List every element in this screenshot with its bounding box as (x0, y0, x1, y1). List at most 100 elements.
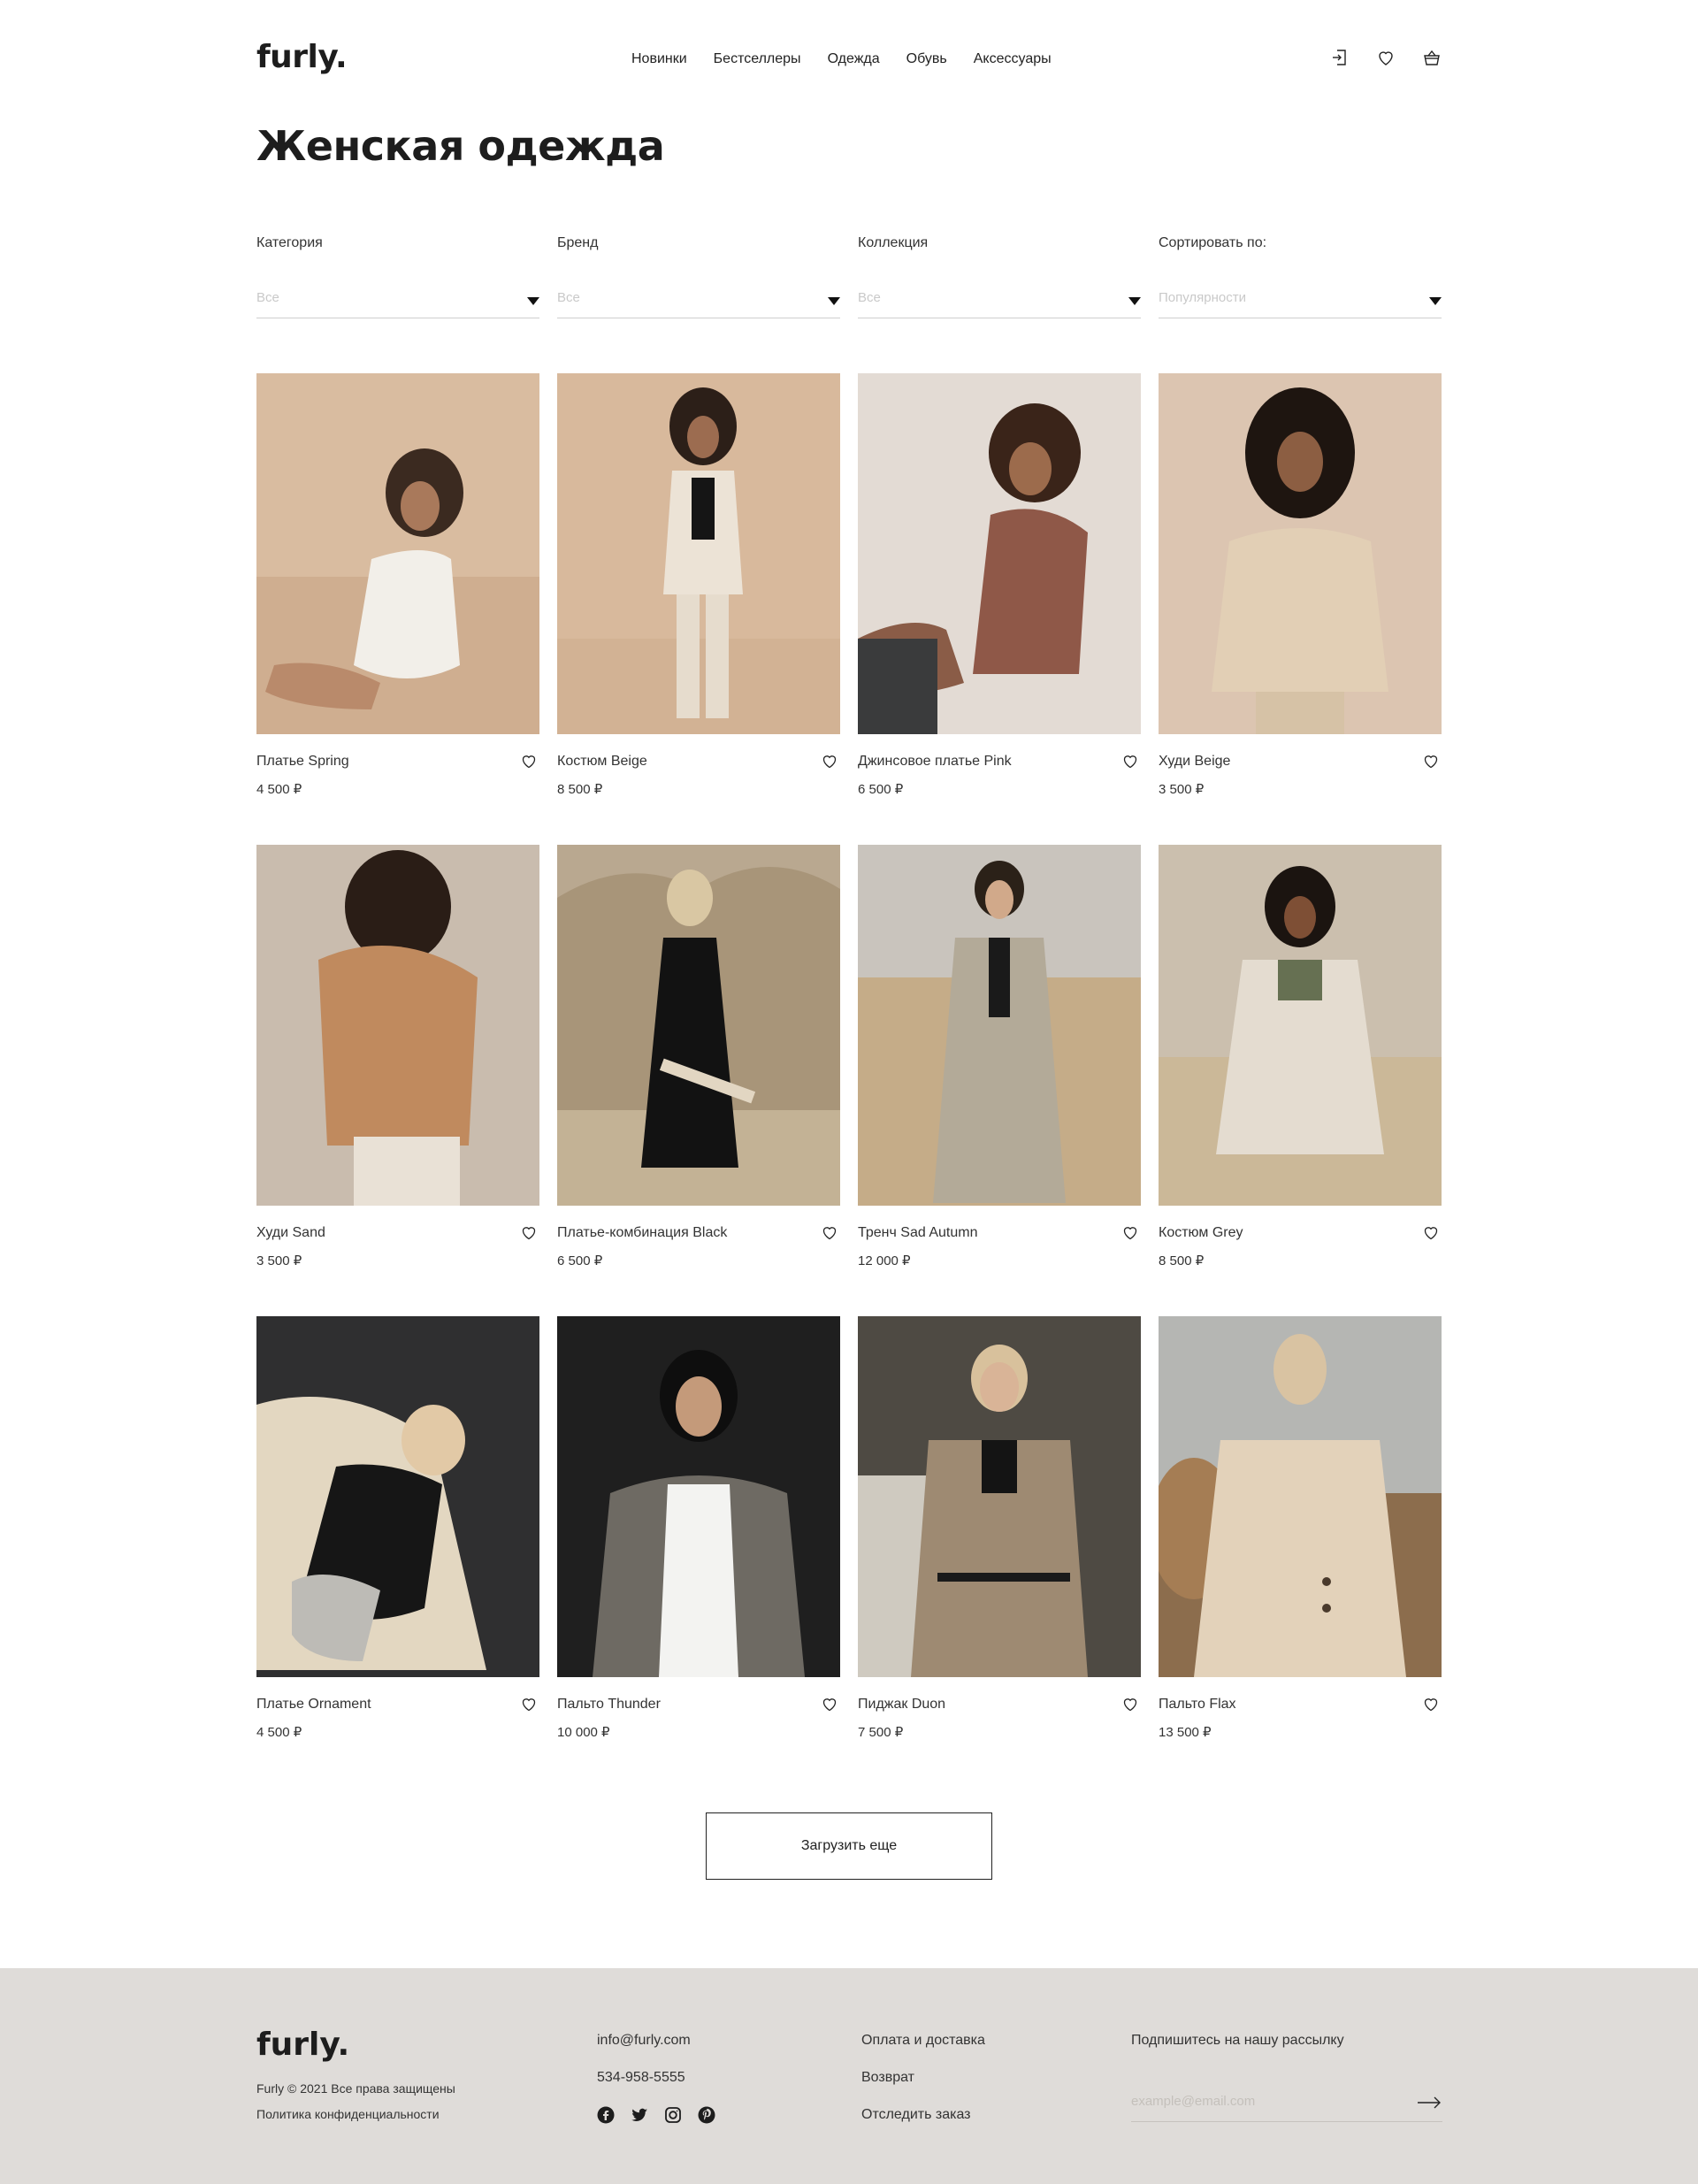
nav-accessories[interactable]: Аксессуары (974, 51, 1052, 67)
product-card[interactable]: Худи Beige 3 500 ₽ (1159, 373, 1442, 824)
product-image[interactable] (1159, 373, 1442, 734)
contact-email-link[interactable]: info@furly.com (597, 2033, 691, 2049)
product-card[interactable]: Платье Ornament 4 500 ₽ (256, 1316, 539, 1767)
payment-delivery-link[interactable]: Оплата и доставка (861, 2033, 985, 2049)
filter-label: Бренд (557, 235, 599, 250)
product-name[interactable]: Платье-комбинация Black (557, 1225, 727, 1241)
footer-logo[interactable]: furly. (256, 2027, 349, 2063)
select-value: Все (557, 290, 580, 305)
pinterest-icon[interactable] (698, 2106, 715, 2124)
nav-bestsellers[interactable]: Бестселлеры (714, 51, 801, 67)
product-price: 12 000 ₽ (858, 1253, 911, 1268)
filter-category: Категория Все (256, 235, 539, 320)
favorite-heart-icon[interactable] (821, 752, 838, 770)
track-order-link[interactable]: Отследить заказ (861, 2107, 971, 2123)
returns-link[interactable]: Возврат (861, 2070, 914, 2086)
product-image[interactable] (858, 845, 1141, 1206)
product-price: 3 500 ₽ (256, 1253, 302, 1268)
product-price: 7 500 ₽ (858, 1725, 904, 1740)
instagram-icon[interactable] (664, 2106, 682, 2124)
newsletter-form (1131, 2085, 1442, 2122)
product-card[interactable]: Костюм Grey 8 500 ₽ (1159, 845, 1442, 1296)
product-card[interactable]: Джинсовое платье Pink 6 500 ₽ (858, 373, 1141, 824)
product-image[interactable] (1159, 1316, 1442, 1677)
product-image[interactable] (1159, 845, 1442, 1206)
product-name[interactable]: Платье Spring (256, 754, 349, 770)
favorite-heart-icon[interactable] (821, 1223, 838, 1241)
filter-label: Сортировать по: (1159, 235, 1267, 250)
favorite-heart-icon[interactable] (520, 752, 538, 770)
favorite-heart-icon[interactable] (821, 1695, 838, 1713)
heart-icon[interactable] (1376, 48, 1396, 67)
product-image[interactable] (557, 845, 840, 1206)
product-image[interactable] (557, 373, 840, 734)
logo[interactable]: furly. (256, 39, 348, 75)
filter-label: Коллекция (858, 235, 929, 250)
product-name[interactable]: Костюм Beige (557, 754, 647, 770)
product-card[interactable]: Костюм Beige 8 500 ₽ (557, 373, 840, 824)
collection-select[interactable]: Все (858, 290, 1141, 318)
favorite-heart-icon[interactable] (520, 1223, 538, 1241)
product-name[interactable]: Худи Sand (256, 1225, 325, 1241)
favorite-heart-icon[interactable] (1422, 1223, 1440, 1241)
product-image[interactable] (256, 1316, 539, 1677)
load-more-button[interactable]: Загрузить еще (706, 1812, 992, 1880)
favorite-heart-icon[interactable] (1121, 1223, 1139, 1241)
product-card[interactable]: Платье-комбинация Black 6 500 ₽ (557, 845, 840, 1296)
select-value: Популярности (1159, 290, 1247, 305)
product-card[interactable]: Платье Spring 4 500 ₽ (256, 373, 539, 824)
product-card[interactable]: Пальто Thunder 10 000 ₽ (557, 1316, 840, 1767)
product-name[interactable]: Пиджак Duon (858, 1697, 945, 1713)
nav-clothing[interactable]: Одежда (828, 51, 880, 67)
copyright-text: Furly © 2021 Все права защищены (256, 2081, 455, 2096)
product-name[interactable]: Платье Ornament (256, 1697, 371, 1713)
social-links (597, 2106, 715, 2124)
twitter-icon[interactable] (631, 2106, 648, 2124)
newsletter-submit-button[interactable] (1416, 2094, 1442, 2111)
product-card[interactable]: Тренч Sad Autumn 12 000 ₽ (858, 845, 1141, 1296)
product-price: 3 500 ₽ (1159, 782, 1205, 797)
favorite-heart-icon[interactable] (1121, 752, 1139, 770)
filter-label: Категория (256, 235, 323, 250)
product-name[interactable]: Пальто Thunder (557, 1697, 661, 1713)
nav-new[interactable]: Новинки (631, 51, 687, 67)
basket-icon[interactable] (1422, 48, 1442, 67)
favorite-heart-icon[interactable] (1422, 1695, 1440, 1713)
arrow-right-icon (1418, 2096, 1441, 2109)
product-card[interactable]: Худи Sand 3 500 ₽ (256, 845, 539, 1296)
product-price: 6 500 ₽ (858, 782, 904, 797)
product-image[interactable] (858, 373, 1141, 734)
favorite-heart-icon[interactable] (1422, 752, 1440, 770)
product-image[interactable] (858, 1316, 1141, 1677)
product-name[interactable]: Худи Beige (1159, 754, 1230, 770)
product-price: 10 000 ₽ (557, 1725, 610, 1740)
brand-select[interactable]: Все (557, 290, 840, 318)
product-price: 6 500 ₽ (557, 1253, 603, 1268)
newsletter-email-input[interactable] (1131, 2094, 1396, 2109)
product-image[interactable] (256, 373, 539, 734)
category-select[interactable]: Все (256, 290, 539, 318)
newsletter-title: Подпишитесь на нашу рассылку (1131, 2033, 1344, 2048)
filter-sort: Сортировать по: Популярности (1159, 235, 1442, 320)
product-name[interactable]: Джинсовое платье Pink (858, 754, 1012, 770)
privacy-policy-link[interactable]: Политика конфиденциальности (256, 2107, 440, 2121)
caret-down-icon (1128, 297, 1141, 305)
product-name[interactable]: Пальто Flax (1159, 1697, 1236, 1713)
favorite-heart-icon[interactable] (520, 1695, 538, 1713)
facebook-icon[interactable] (597, 2106, 615, 2124)
header-actions (1330, 48, 1442, 67)
caret-down-icon (527, 297, 539, 305)
login-icon[interactable] (1330, 48, 1350, 67)
product-card[interactable]: Пиджак Duon 7 500 ₽ (858, 1316, 1141, 1767)
product-image[interactable] (557, 1316, 840, 1677)
nav-shoes[interactable]: Обувь (906, 51, 947, 67)
sort-select[interactable]: Популярности (1159, 290, 1442, 318)
product-name[interactable]: Тренч Sad Autumn (858, 1225, 977, 1241)
select-value: Все (858, 290, 881, 305)
caret-down-icon (1429, 297, 1442, 305)
product-card[interactable]: Пальто Flax 13 500 ₽ (1159, 1316, 1442, 1767)
product-image[interactable] (256, 845, 539, 1206)
favorite-heart-icon[interactable] (1121, 1695, 1139, 1713)
filters-bar: Категория Все Бренд Все Коллекция Все Со… (256, 235, 1442, 320)
product-name[interactable]: Костюм Grey (1159, 1225, 1243, 1241)
